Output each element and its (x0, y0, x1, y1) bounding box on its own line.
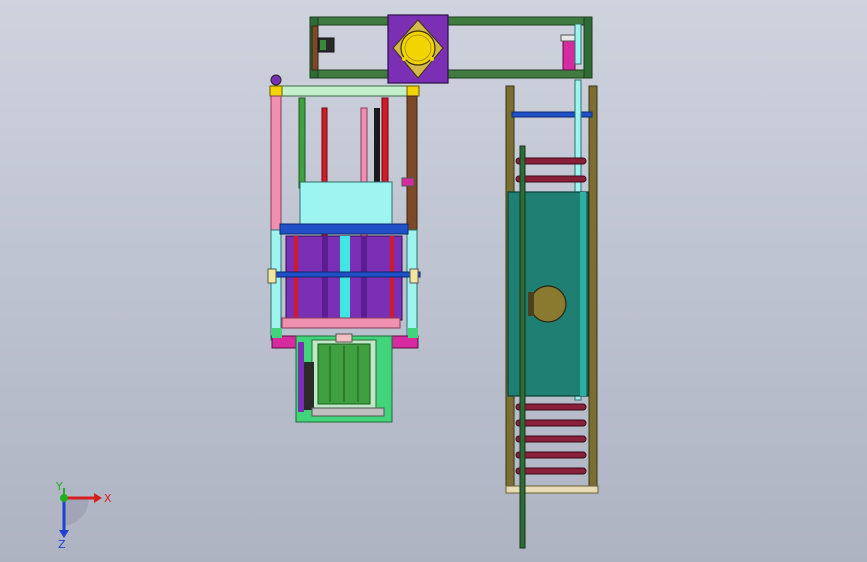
top-transfer-frame[interactable] (309, 14, 593, 84)
x-axis-label: X (104, 492, 112, 505)
drive-wheel[interactable] (400, 30, 436, 66)
conveyor-motor[interactable] (529, 285, 567, 323)
z-axis-label: Z (58, 538, 66, 550)
lower-feed-unit[interactable] (295, 333, 393, 423)
roller-set-lower (515, 403, 587, 475)
left-machine[interactable] (267, 74, 421, 349)
assembly-drawing[interactable] (0, 0, 867, 562)
cad-viewport[interactable]: X Y Z (0, 0, 867, 562)
coordinate-triad-icon: X Y Z (44, 480, 124, 551)
y-axis-label: Y (55, 480, 63, 493)
right-conveyor[interactable] (505, 79, 599, 549)
